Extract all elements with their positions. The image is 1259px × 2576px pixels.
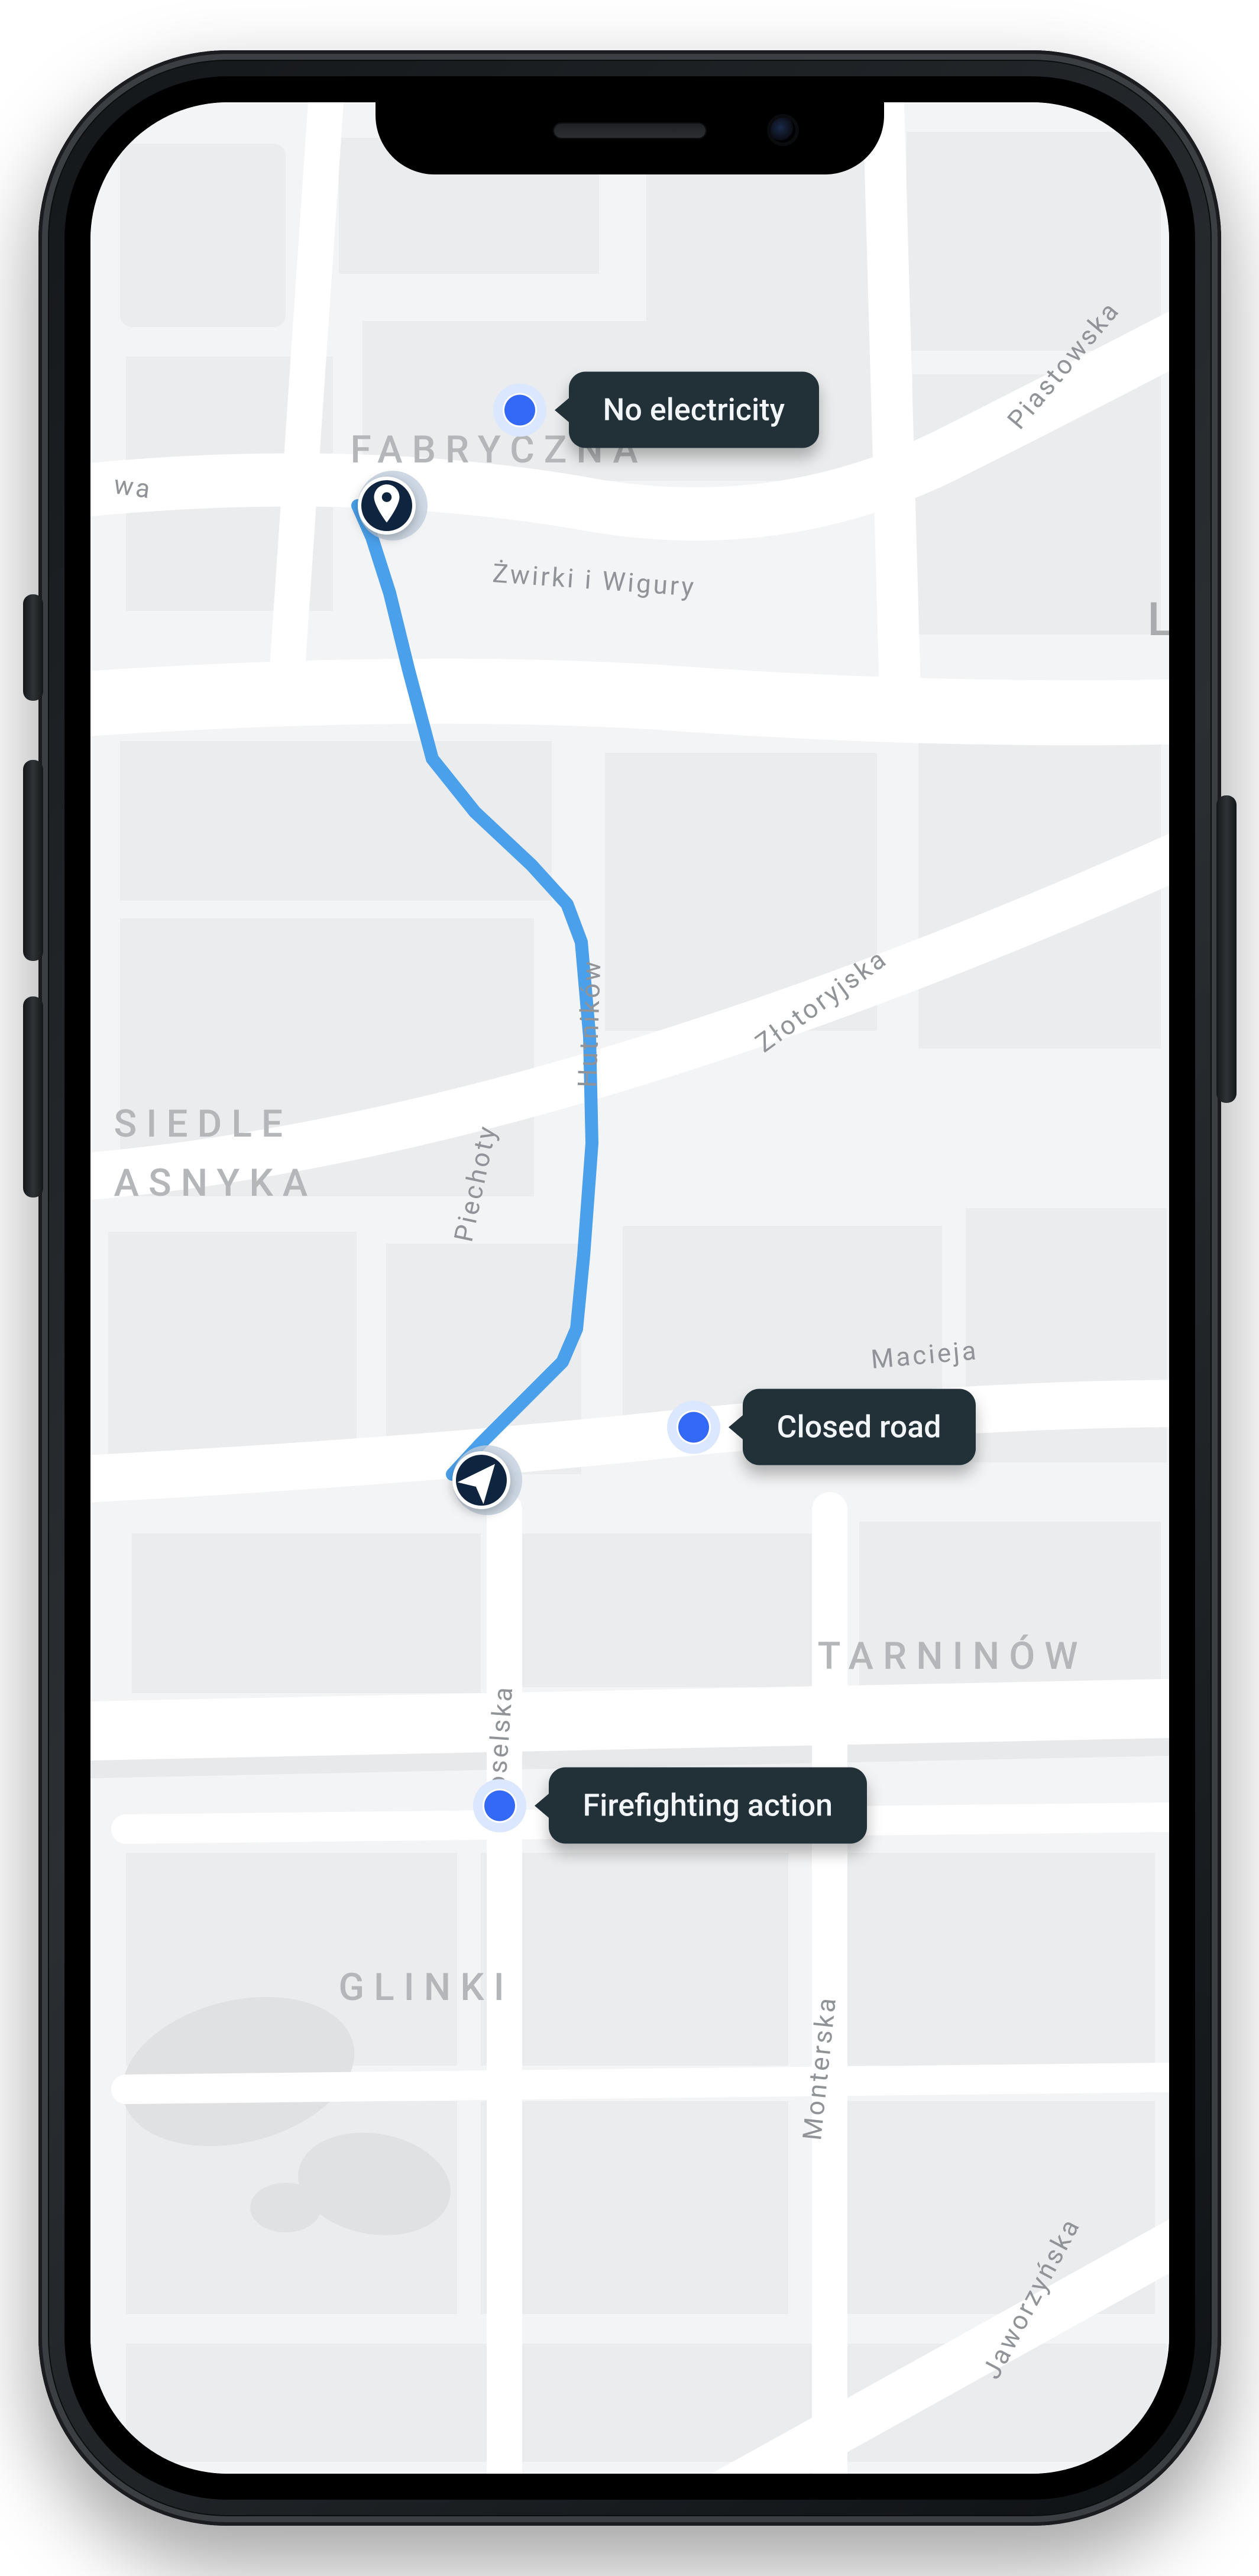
street-label: wa <box>112 469 154 505</box>
stage: FABRYCZNA SIEDLE ASNYKA TARNINÓW GLINKI … <box>0 0 1259 2576</box>
power-button[interactable] <box>1216 795 1237 1103</box>
event-marker-closed-road[interactable]: Closed road <box>667 1389 976 1465</box>
event-marker-no-electricity[interactable]: No electricity <box>493 372 820 448</box>
district-label: SIEDLE <box>114 1102 293 1146</box>
volume-down-button[interactable] <box>23 996 43 1198</box>
phone-screen: FABRYCZNA SIEDLE ASNYKA TARNINÓW GLINKI … <box>90 102 1169 2474</box>
street-label: Hutników <box>572 959 607 1088</box>
event-label: Closed road <box>743 1389 976 1465</box>
volume-up-button[interactable] <box>23 760 43 961</box>
district-label: L <box>1148 593 1169 647</box>
map[interactable]: FABRYCZNA SIEDLE ASNYKA TARNINÓW GLINKI … <box>90 102 1169 2474</box>
event-marker-firefighting[interactable]: Firefighting action <box>473 1768 868 1844</box>
event-dot-icon <box>473 1779 526 1832</box>
navigation-arrow-icon <box>456 1455 507 1506</box>
speaker-grill-icon <box>553 122 707 139</box>
map-pin-icon <box>361 480 412 531</box>
event-label: Firefighting action <box>549 1768 868 1844</box>
event-dot-icon <box>667 1400 720 1454</box>
district-label: GLINKI <box>339 1965 514 2009</box>
district-label: TARNINÓW <box>818 1634 1088 1678</box>
district-label: ASNYKA <box>114 1161 318 1205</box>
phone-notch <box>376 86 884 174</box>
event-label: No electricity <box>569 372 820 448</box>
mute-switch[interactable] <box>23 594 43 701</box>
phone-frame: FABRYCZNA SIEDLE ASNYKA TARNINÓW GLINKI … <box>38 50 1221 2526</box>
front-camera-icon <box>771 118 795 143</box>
event-dot-icon <box>493 383 546 436</box>
